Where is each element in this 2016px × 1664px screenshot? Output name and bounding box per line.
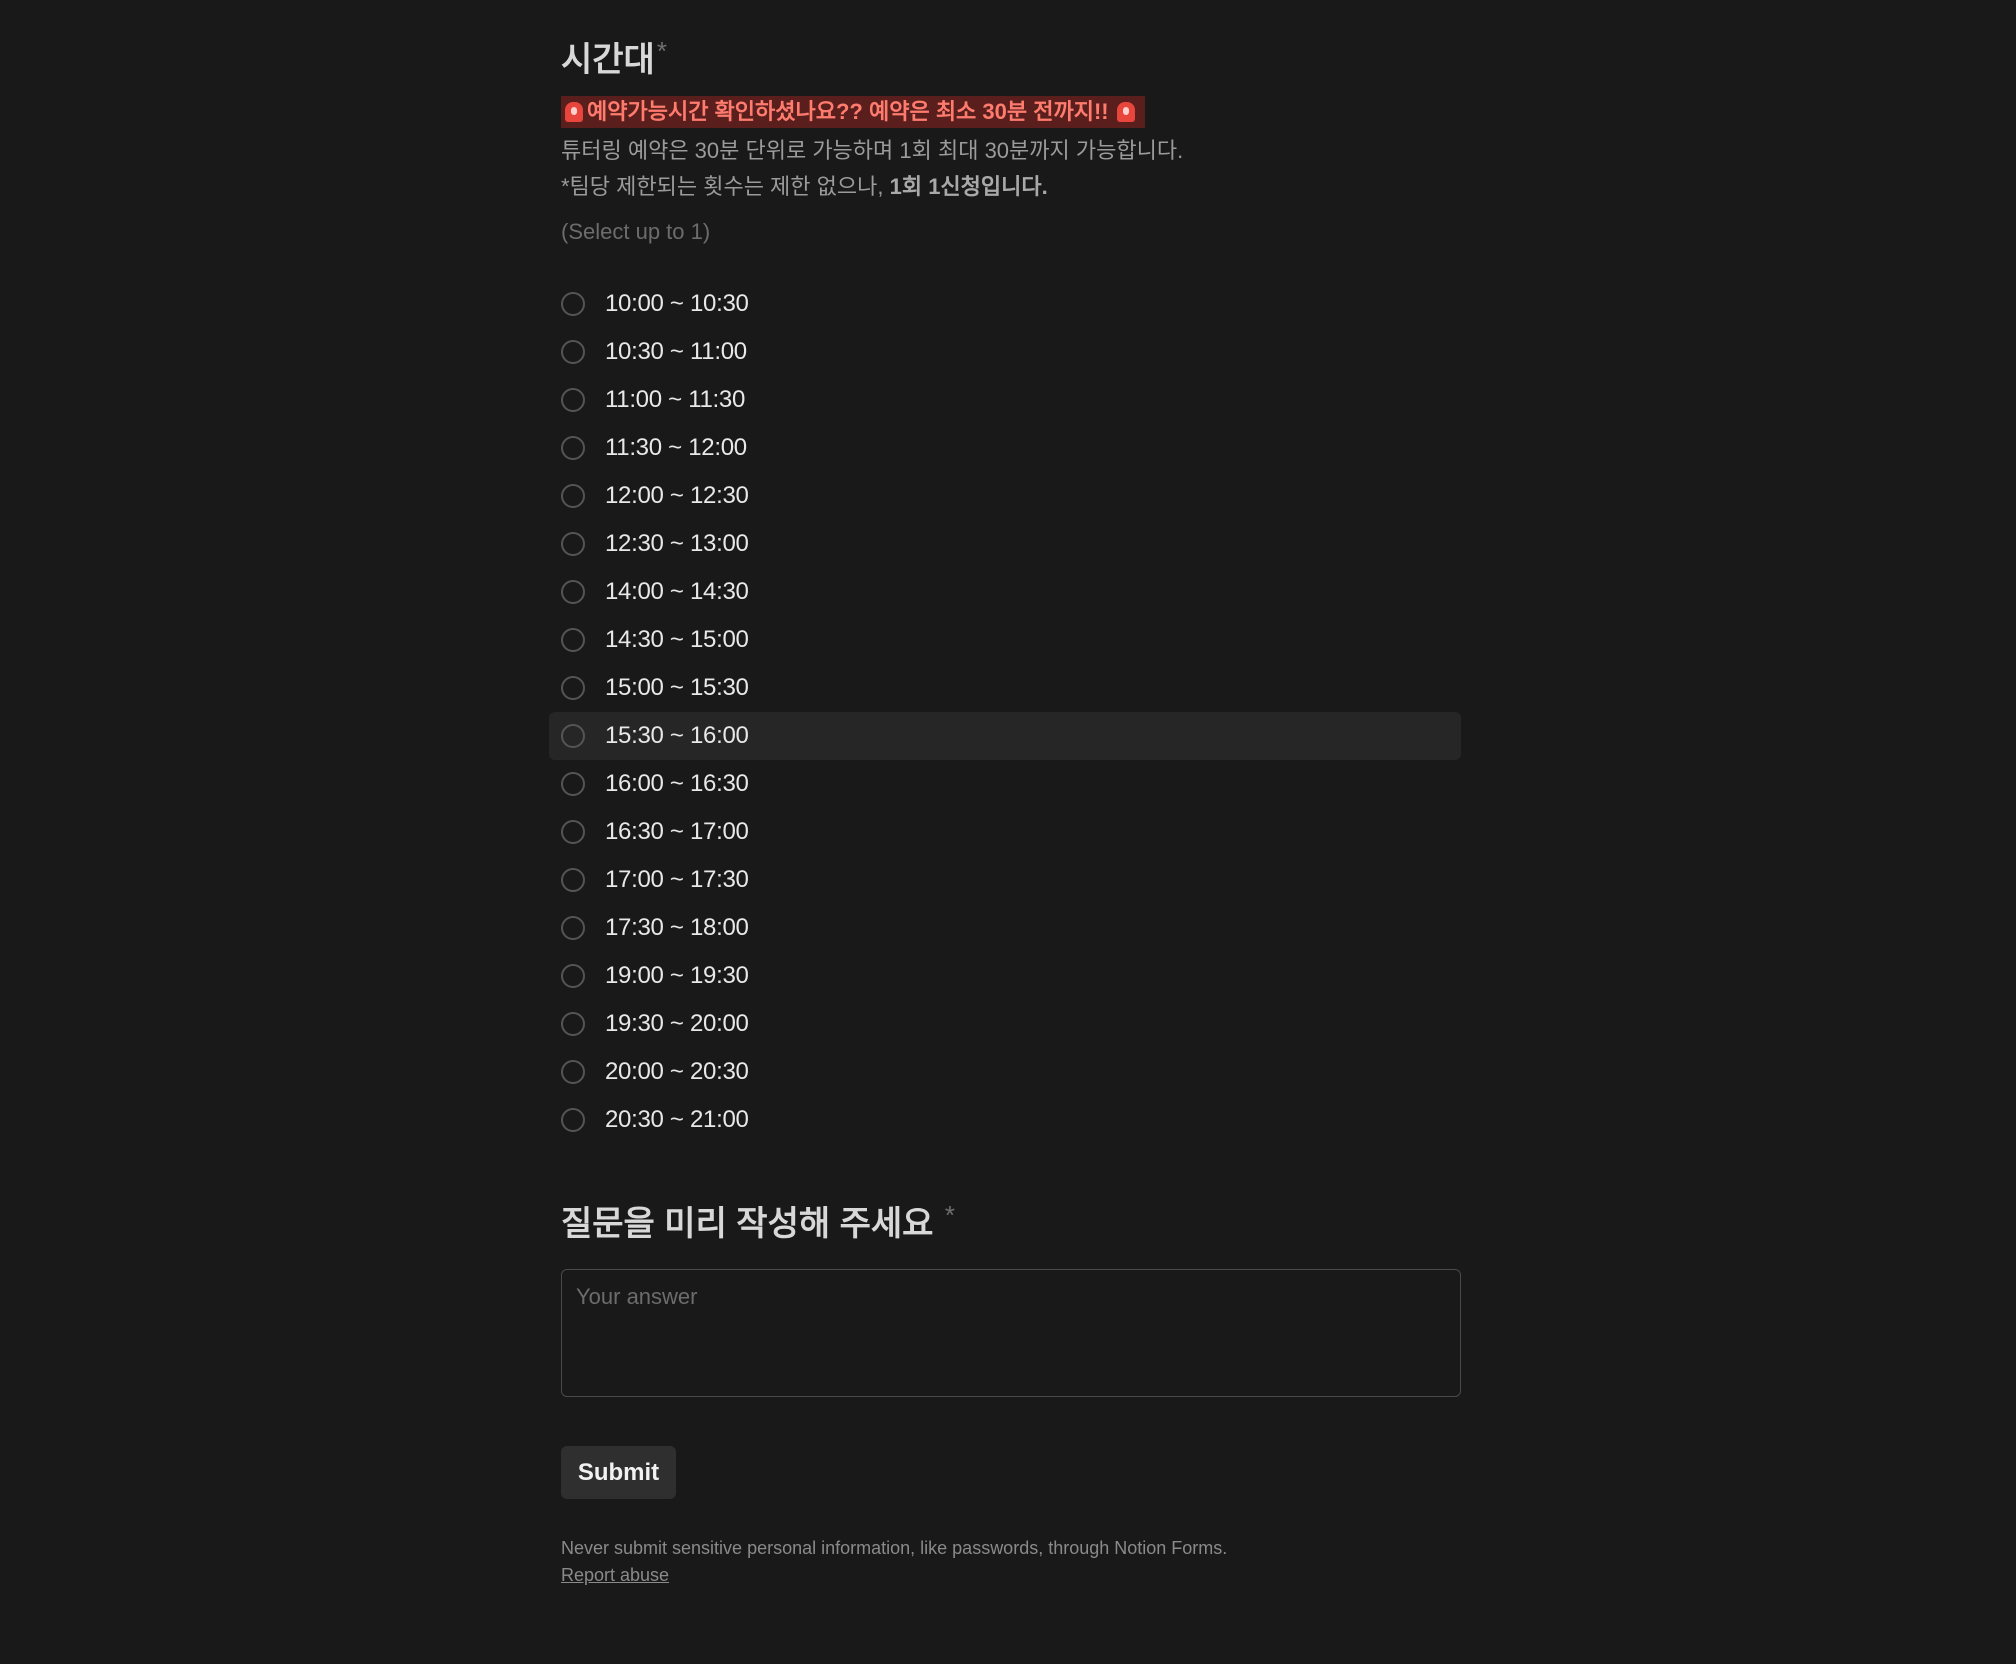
description-line: 튜터링 예약은 30분 단위로 가능하며 1회 최대 30분까지 가능합니다. — [561, 138, 1184, 163]
radio-button[interactable] — [561, 820, 585, 844]
siren-icon — [565, 102, 583, 122]
time-slot-option[interactable]: 14:30 ~ 15:00 — [549, 616, 1461, 664]
time-slot-label: 12:00 ~ 12:30 — [605, 482, 749, 509]
question-title-time-slot: 시간대* — [561, 32, 667, 81]
radio-button[interactable] — [561, 772, 585, 796]
radio-button[interactable] — [561, 1108, 585, 1132]
time-slot-label: 16:30 ~ 17:00 — [605, 818, 749, 845]
description-bold: 1회 1신청입니다. — [889, 174, 1048, 199]
time-slot-option[interactable]: 19:00 ~ 19:30 — [549, 952, 1461, 1000]
footer-warning: Never submit sensitive personal informat… — [561, 1538, 1228, 1558]
time-slot-option[interactable]: 16:30 ~ 17:00 — [549, 808, 1461, 856]
time-slot-label: 10:30 ~ 11:00 — [605, 338, 747, 365]
required-asterisk: * — [944, 1200, 955, 1230]
radio-button[interactable] — [561, 724, 585, 748]
radio-button[interactable] — [561, 340, 585, 364]
time-slot-label: 15:30 ~ 16:00 — [605, 722, 749, 749]
time-slot-option[interactable]: 11:00 ~ 11:30 — [549, 376, 1461, 424]
time-slot-option[interactable]: 11:30 ~ 12:00 — [549, 424, 1461, 472]
required-asterisk: * — [656, 36, 667, 66]
time-slot-label: 14:00 ~ 14:30 — [605, 578, 749, 605]
description-line: *팀당 제한되는 횟수는 제한 없으나, 1회 1신청입니다. — [561, 169, 1048, 201]
time-slot-label: 20:30 ~ 21:00 — [605, 1106, 749, 1133]
radio-button[interactable] — [561, 628, 585, 652]
question-title-text: 질문을 미리 작성해 주세요 — [561, 1205, 934, 1243]
time-slot-option[interactable]: 14:00 ~ 14:30 — [549, 568, 1461, 616]
time-slot-option[interactable]: 12:00 ~ 12:30 — [549, 472, 1461, 520]
radio-button[interactable] — [561, 388, 585, 412]
time-slot-label: 10:00 ~ 10:30 — [605, 290, 749, 317]
description-text: *팀당 제한되는 횟수는 제한 없으나, — [561, 174, 890, 199]
select-limit-hint: (Select up to 1) — [561, 219, 711, 244]
radio-button[interactable] — [561, 436, 585, 460]
siren-icon — [1116, 102, 1135, 122]
time-slot-option[interactable]: 20:00 ~ 20:30 — [549, 1048, 1461, 1096]
time-slot-label: 15:00 ~ 15:30 — [605, 674, 749, 701]
radio-button[interactable] — [561, 964, 585, 988]
time-slot-option[interactable]: 20:30 ~ 21:00 — [549, 1096, 1461, 1144]
time-slot-label: 20:00 ~ 20:30 — [605, 1058, 749, 1085]
time-slot-option[interactable]: 12:30 ~ 13:00 — [549, 520, 1461, 568]
submit-button[interactable]: Submit — [561, 1446, 676, 1499]
radio-button[interactable] — [561, 580, 585, 604]
time-slot-option[interactable]: 10:00 ~ 10:30 — [549, 280, 1461, 328]
time-slot-label: 14:30 ~ 15:00 — [605, 626, 749, 653]
time-slot-label: 11:30 ~ 12:00 — [605, 434, 747, 461]
time-slot-label: 17:00 ~ 17:30 — [605, 866, 749, 893]
radio-button[interactable] — [561, 1012, 585, 1036]
time-slot-label: 19:00 ~ 19:30 — [605, 962, 749, 989]
report-abuse-link[interactable]: Report abuse — [561, 1565, 669, 1586]
alert-text: 예약가능시간 확인하셨나요?? 예약은 최소 30분 전까지!! — [587, 99, 1109, 124]
radio-button[interactable] — [561, 868, 585, 892]
time-slot-option[interactable]: 15:30 ~ 16:00 — [549, 712, 1461, 760]
radio-button[interactable] — [561, 1060, 585, 1084]
time-slot-label: 11:00 ~ 11:30 — [605, 386, 746, 413]
radio-button[interactable] — [561, 916, 585, 940]
time-slot-label: 12:30 ~ 13:00 — [605, 530, 749, 557]
time-slot-label: 17:30 ~ 18:00 — [605, 914, 749, 941]
time-slot-label: 19:30 ~ 20:00 — [605, 1010, 749, 1037]
answer-textarea[interactable] — [561, 1269, 1461, 1397]
time-slot-options: 10:00 ~ 10:30 10:30 ~ 11:00 11:00 ~ 11:30 1… — [549, 280, 1461, 1144]
time-slot-option[interactable]: 15:00 ~ 15:30 — [549, 664, 1461, 712]
radio-button[interactable] — [561, 484, 585, 508]
time-slot-option[interactable]: 17:00 ~ 17:30 — [549, 856, 1461, 904]
time-slot-option[interactable]: 19:30 ~ 20:00 — [549, 1000, 1461, 1048]
radio-button[interactable] — [561, 676, 585, 700]
time-slot-option[interactable]: 16:00 ~ 16:30 — [549, 760, 1461, 808]
question-title-questions: 질문을 미리 작성해 주세요 * — [561, 1196, 955, 1245]
time-slot-option[interactable]: 10:30 ~ 11:00 — [549, 328, 1461, 376]
radio-button[interactable] — [561, 292, 585, 316]
radio-button[interactable] — [561, 532, 585, 556]
alert-highlight: 예약가능시간 확인하셨나요?? 예약은 최소 30분 전까지!! — [561, 96, 1145, 128]
question-title-text: 시간대 — [561, 41, 655, 79]
time-slot-option[interactable]: 17:30 ~ 18:00 — [549, 904, 1461, 952]
time-slot-label: 16:00 ~ 16:30 — [605, 770, 749, 797]
